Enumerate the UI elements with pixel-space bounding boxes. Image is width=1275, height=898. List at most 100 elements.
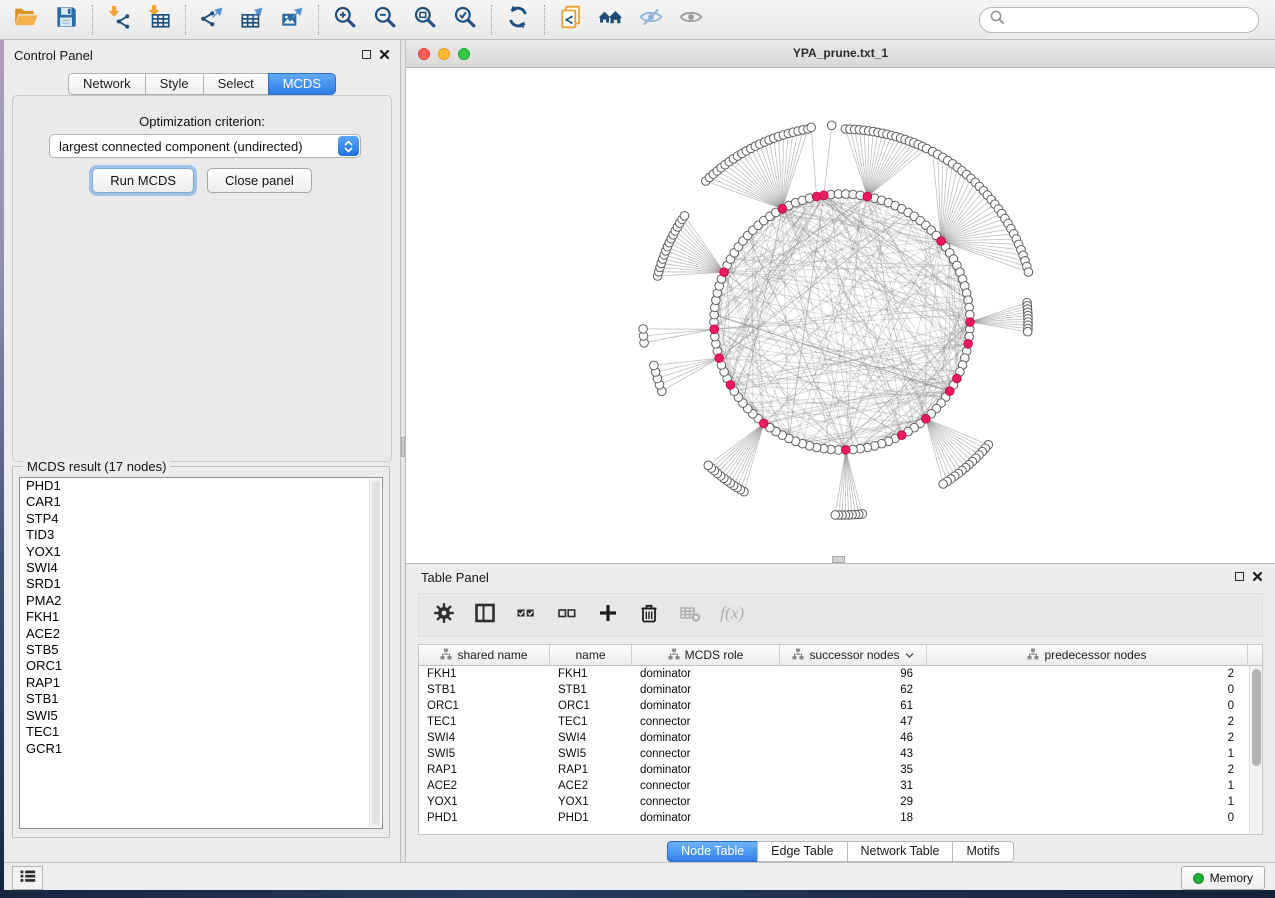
- table-row[interactable]: STB1STB1dominator620: [419, 682, 1262, 698]
- mcds-result-item[interactable]: ACE2: [20, 626, 382, 642]
- refresh-button[interactable]: [498, 3, 538, 37]
- tab-node-table[interactable]: Node Table: [667, 841, 758, 862]
- table-cell[interactable]: dominator: [632, 682, 780, 698]
- mcds-result-item[interactable]: FKH1: [20, 609, 382, 625]
- open-file-button[interactable]: [6, 3, 46, 37]
- table-row[interactable]: FKH1FKH1dominator962: [419, 666, 1262, 682]
- close-panel-button[interactable]: Close panel: [207, 168, 312, 193]
- table-cell[interactable]: connector: [632, 794, 780, 810]
- tab-network-table[interactable]: Network Table: [847, 841, 954, 862]
- mcds-result-item[interactable]: RAP1: [20, 675, 382, 691]
- show-all-button[interactable]: [671, 3, 711, 37]
- zoom-fit-button[interactable]: [405, 3, 445, 37]
- horizontal-splitter-handle[interactable]: [832, 556, 845, 563]
- table-cell[interactable]: FKH1: [550, 666, 632, 682]
- export-image-button[interactable]: [272, 3, 312, 37]
- mcds-result-item[interactable]: STB1: [20, 691, 382, 707]
- export-table-button[interactable]: [232, 3, 272, 37]
- table-cell[interactable]: 2: [927, 762, 1248, 778]
- unselect-all-button[interactable]: [554, 602, 580, 628]
- table-cell[interactable]: 0: [927, 682, 1248, 698]
- memory-button[interactable]: Memory: [1181, 866, 1265, 890]
- columns-button[interactable]: [472, 602, 498, 628]
- network-graph[interactable]: [406, 68, 1275, 563]
- table-cell[interactable]: connector: [632, 714, 780, 730]
- mcds-result-list[interactable]: PHD1CAR1STP4TID3YOX1SWI4SRD1PMA2FKH1ACE2…: [19, 477, 383, 829]
- table-scrollbar[interactable]: [1249, 666, 1262, 834]
- mcds-result-item[interactable]: ORC1: [20, 658, 382, 674]
- column-header-successor-nodes[interactable]: successor nodes: [780, 645, 927, 665]
- table-row[interactable]: SWI4SWI4dominator462: [419, 730, 1262, 746]
- table-cell[interactable]: SWI5: [419, 746, 550, 762]
- run-mcds-button[interactable]: Run MCDS: [92, 168, 194, 193]
- table-cell[interactable]: ACE2: [550, 778, 632, 794]
- clone-network-button[interactable]: [551, 3, 591, 37]
- table-cell[interactable]: dominator: [632, 666, 780, 682]
- table-cell[interactable]: STB1: [419, 682, 550, 698]
- table-cell[interactable]: dominator: [632, 762, 780, 778]
- table-cell[interactable]: connector: [632, 746, 780, 762]
- table-cell[interactable]: 1: [927, 794, 1248, 810]
- mcds-result-item[interactable]: STB5: [20, 642, 382, 658]
- table-cell[interactable]: ACE2: [419, 778, 550, 794]
- table-cell[interactable]: RAP1: [419, 762, 550, 778]
- zoom-in-button[interactable]: [325, 3, 365, 37]
- search-input[interactable]: [1006, 10, 1258, 30]
- table-cell[interactable]: 18: [780, 810, 927, 826]
- column-header-predecessor-nodes[interactable]: predecessor nodes: [927, 645, 1248, 665]
- table-cell[interactable]: dominator: [632, 730, 780, 746]
- table-row[interactable]: SWI5SWI5connector431: [419, 746, 1262, 762]
- mcds-result-item[interactable]: TEC1: [20, 724, 382, 740]
- table-cell[interactable]: PHD1: [419, 810, 550, 826]
- table-cell[interactable]: 29: [780, 794, 927, 810]
- table-cell[interactable]: 0: [927, 698, 1248, 714]
- table-cell[interactable]: 96: [780, 666, 927, 682]
- table-cell[interactable]: 2: [927, 714, 1248, 730]
- table-row[interactable]: RAP1RAP1dominator352: [419, 762, 1262, 778]
- import-table-button[interactable]: [139, 3, 179, 37]
- table-row[interactable]: ORC1ORC1dominator610: [419, 698, 1262, 714]
- save-session-button[interactable]: [46, 3, 86, 37]
- mcds-list-scrollbar[interactable]: [369, 479, 381, 827]
- float-panel-icon[interactable]: [362, 50, 371, 59]
- column-header-shared-name[interactable]: shared name: [419, 645, 550, 665]
- table-cell[interactable]: 2: [927, 666, 1248, 682]
- table-cell[interactable]: SWI4: [419, 730, 550, 746]
- close-panel-icon[interactable]: [379, 49, 390, 60]
- mcds-result-item[interactable]: PHD1: [20, 478, 382, 494]
- tab-style[interactable]: Style: [145, 73, 204, 95]
- task-history-button[interactable]: [12, 866, 43, 890]
- table-cell[interactable]: TEC1: [419, 714, 550, 730]
- tab-motifs[interactable]: Motifs: [952, 841, 1013, 862]
- table-cell[interactable]: YOX1: [419, 794, 550, 810]
- select-all-button[interactable]: [513, 602, 539, 628]
- table-cell[interactable]: FKH1: [419, 666, 550, 682]
- table-cell[interactable]: 62: [780, 682, 927, 698]
- tab-network[interactable]: Network: [68, 73, 146, 95]
- float-table-panel-icon[interactable]: [1235, 572, 1244, 581]
- mcds-result-item[interactable]: GCR1: [20, 741, 382, 757]
- search-box[interactable]: [979, 7, 1259, 33]
- table-scrollbar-thumb[interactable]: [1252, 669, 1261, 766]
- table-row[interactable]: ACE2ACE2connector311: [419, 778, 1262, 794]
- mcds-result-item[interactable]: SRD1: [20, 576, 382, 592]
- zoom-selected-button[interactable]: [445, 3, 485, 37]
- delete-column-button[interactable]: [636, 602, 662, 628]
- table-row[interactable]: TEC1TEC1connector472: [419, 714, 1262, 730]
- table-cell[interactable]: STB1: [550, 682, 632, 698]
- table-cell[interactable]: 61: [780, 698, 927, 714]
- table-cell[interactable]: SWI5: [550, 746, 632, 762]
- close-table-panel-icon[interactable]: [1252, 571, 1263, 582]
- table-cell[interactable]: 31: [780, 778, 927, 794]
- table-cell[interactable]: dominator: [632, 698, 780, 714]
- function-builder-button[interactable]: f(x): [718, 602, 744, 628]
- table-cell[interactable]: 43: [780, 746, 927, 762]
- tab-edge-table[interactable]: Edge Table: [757, 841, 847, 862]
- table-cell[interactable]: dominator: [632, 810, 780, 826]
- mcds-result-item[interactable]: STP4: [20, 511, 382, 527]
- hide-selected-button[interactable]: [631, 3, 671, 37]
- table-cell[interactable]: YOX1: [550, 794, 632, 810]
- table-cell[interactable]: 47: [780, 714, 927, 730]
- table-cell[interactable]: 46: [780, 730, 927, 746]
- criterion-dropdown[interactable]: largest connected component (undirected): [49, 134, 361, 158]
